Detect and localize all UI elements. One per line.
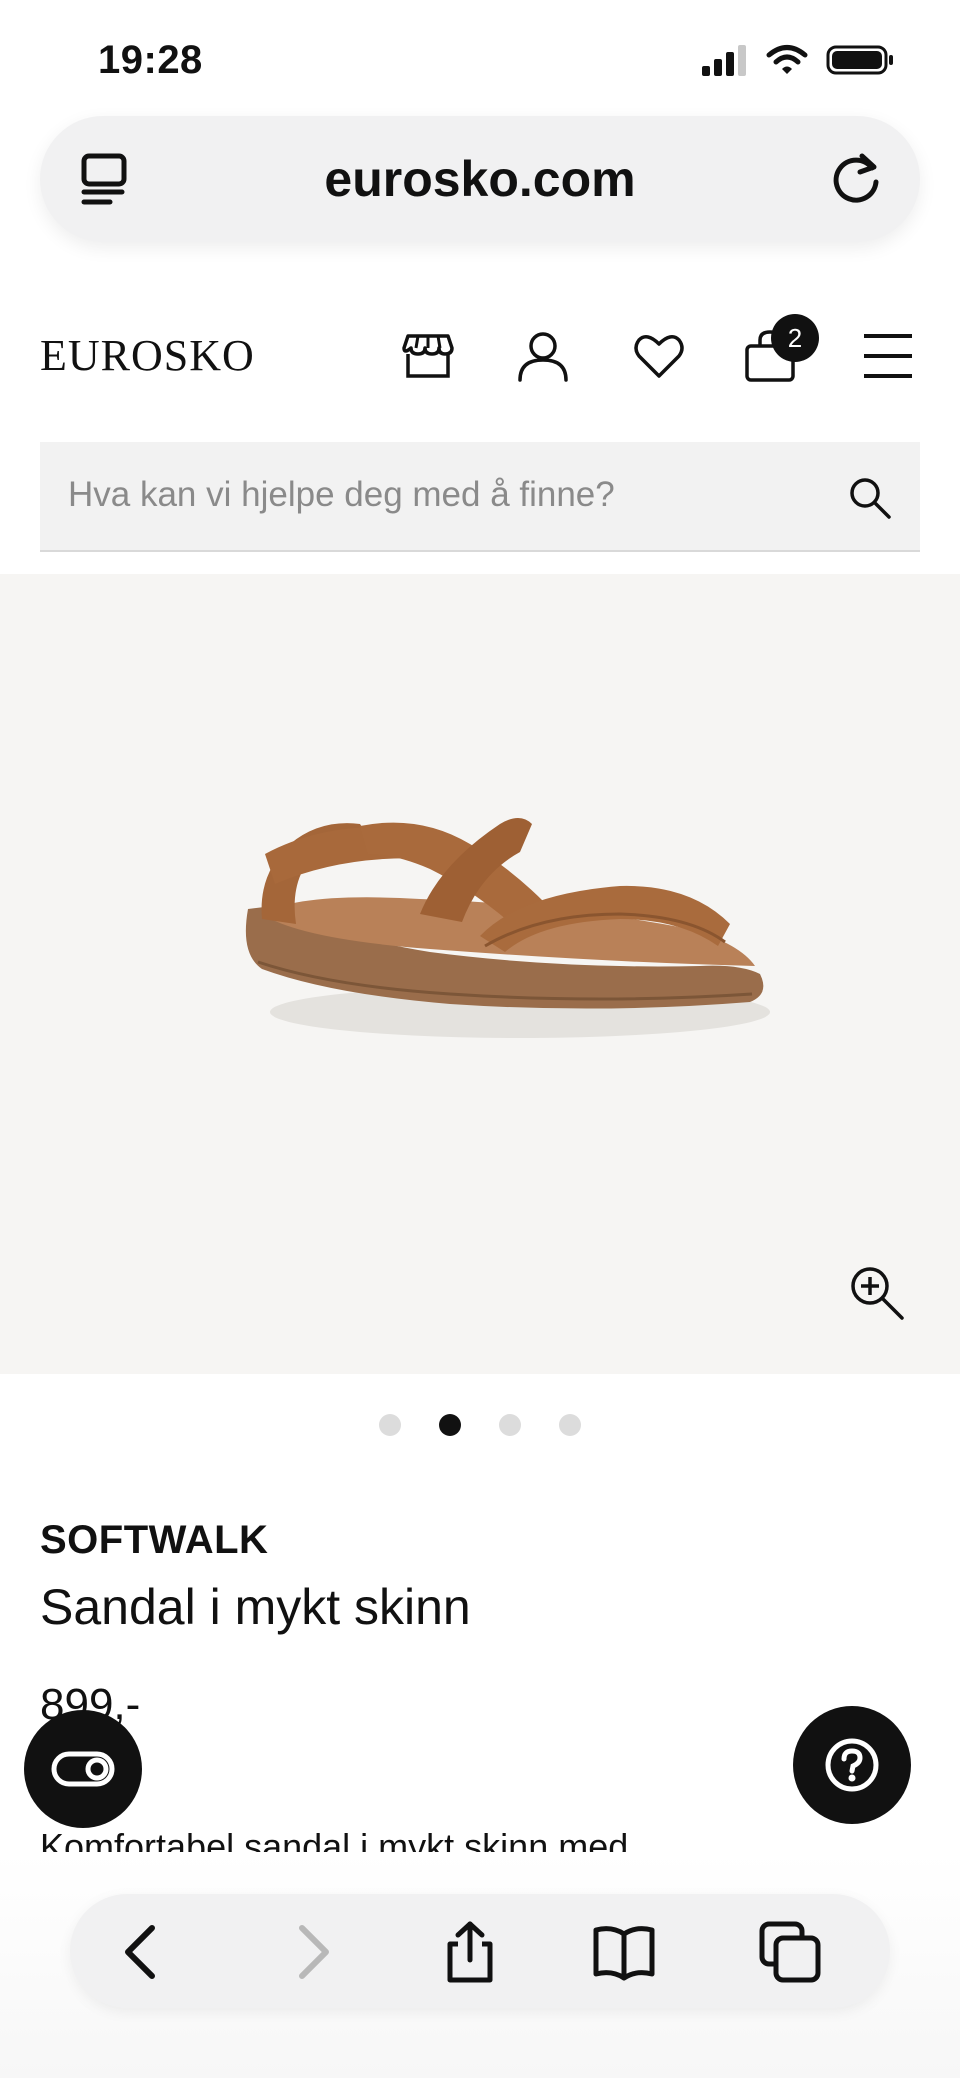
back-chevron-icon[interactable] — [112, 1920, 176, 1984]
menu-hamburger-icon[interactable] — [860, 328, 916, 384]
help-chat-button[interactable] — [793, 1706, 911, 1824]
product-description: Komfortabel sandal i mykt skinn med — [40, 1826, 629, 1854]
browser-toolbar — [70, 1894, 890, 2008]
search-icon[interactable] — [848, 476, 892, 520]
tabs-icon[interactable] — [758, 1920, 822, 1984]
share-icon[interactable] — [438, 1920, 502, 1984]
reload-icon[interactable] — [828, 150, 886, 208]
help-question-icon — [825, 1738, 879, 1792]
accessibility-toggle-button[interactable] — [24, 1710, 142, 1828]
gallery-pagination-dots — [0, 1414, 960, 1436]
product-name: Sandal i mykt skinn — [40, 1579, 471, 1635]
status-time: 19:28 — [98, 38, 203, 82]
forward-chevron-icon[interactable] — [278, 1920, 342, 1984]
gallery-dot[interactable] — [379, 1414, 401, 1436]
cellular-signal-icon — [702, 45, 746, 76]
battery-icon — [826, 45, 893, 75]
account-icon[interactable] — [515, 328, 571, 384]
wifi-icon — [766, 45, 808, 74]
product-image[interactable] — [0, 574, 960, 1374]
bookmarks-book-icon[interactable] — [592, 1920, 656, 1984]
gallery-dot-active[interactable] — [439, 1414, 461, 1436]
search-input[interactable] — [68, 442, 828, 548]
cart-count-badge: 2 — [771, 314, 819, 362]
toggle-icon — [51, 1751, 115, 1787]
site-logo[interactable]: EUROSKO — [40, 330, 255, 381]
zoom-in-icon[interactable] — [846, 1262, 908, 1324]
product-brand[interactable]: SOFTWALK — [40, 1518, 268, 1563]
wishlist-heart-icon[interactable] — [631, 328, 687, 384]
gallery-dot[interactable] — [559, 1414, 581, 1436]
gallery-dot[interactable] — [499, 1414, 521, 1436]
product-image-gallery[interactable] — [0, 574, 960, 1374]
search-bar — [40, 442, 920, 552]
status-icons — [700, 44, 896, 76]
url-text[interactable]: eurosko.com — [40, 116, 920, 242]
store-icon[interactable] — [400, 328, 456, 384]
address-bar[interactable]: eurosko.com — [40, 116, 920, 242]
